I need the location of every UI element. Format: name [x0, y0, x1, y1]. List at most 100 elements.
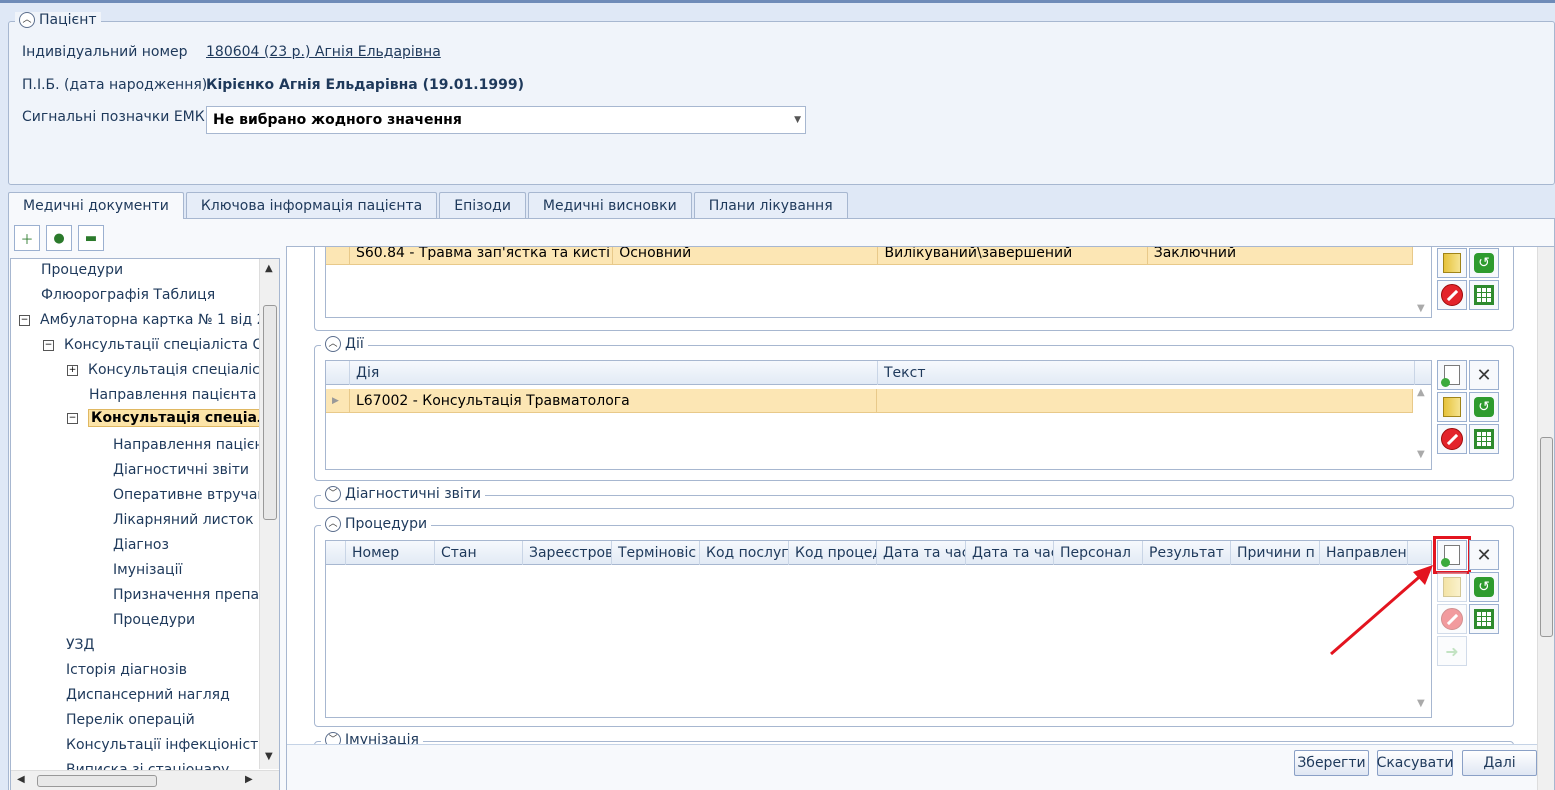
signal-combobox[interactable]: Не вибрано жодного значення ▼	[206, 106, 806, 134]
scroll-thumb[interactable]	[1540, 437, 1553, 637]
add-child-button[interactable]: ●	[46, 225, 72, 251]
procedures-header[interactable]: ︿ Процедури	[321, 516, 432, 532]
save-button[interactable]: Зберегти	[1294, 750, 1369, 776]
next-button[interactable]: Далі	[1462, 750, 1537, 776]
column-header[interactable]: Причини п	[1231, 541, 1320, 565]
table-button[interactable]	[1469, 280, 1499, 310]
tree-item[interactable]: Консультації інфекціоніста	[66, 737, 267, 753]
tree-item[interactable]: Історія діагнозів	[66, 662, 187, 678]
tools-button[interactable]: ✕	[1469, 540, 1499, 570]
add-child-icon: ●	[53, 230, 65, 246]
tree-item[interactable]: Оперативне втручанн	[113, 487, 276, 503]
add-record-icon: ▬	[84, 230, 98, 246]
scroll-down-icon[interactable]: ▼	[1417, 449, 1425, 460]
tree-item-selected[interactable]: − Консультація спеціаліст	[67, 409, 279, 427]
delete-button[interactable]	[1437, 280, 1467, 310]
column-header[interactable]: Дата та час	[966, 541, 1054, 565]
expand-icon[interactable]: ﹀	[325, 486, 341, 502]
tree-item[interactable]: − Амбулаторна картка № 1 від 27	[19, 312, 274, 328]
edit-button[interactable]	[1437, 572, 1467, 602]
tree-item[interactable]: Діагностичні звіти	[113, 462, 249, 478]
table-row[interactable]: S60.84 - Травма зап'ястка та кисті в... …	[326, 247, 1413, 265]
move-button[interactable]: ➜	[1437, 636, 1467, 666]
tree-item[interactable]: Призначення препар	[113, 587, 268, 603]
column-header[interactable]: Номер	[346, 541, 435, 565]
procedures-title: Процедури	[345, 516, 428, 532]
diag-reports-header[interactable]: ﹀ Діагностичні звіти	[321, 486, 486, 502]
column-header[interactable]: Код процед	[789, 541, 877, 565]
delete-button[interactable]	[1437, 604, 1467, 634]
tab-medical-docs[interactable]: Медичні документи	[8, 192, 184, 219]
scroll-up-icon[interactable]: ▲	[1417, 387, 1425, 398]
column-header[interactable]: Дія	[350, 361, 878, 385]
scroll-thumb[interactable]	[37, 775, 157, 787]
collapse-node-icon[interactable]: −	[67, 412, 78, 424]
tree-item[interactable]: Направлення пацієнт	[113, 437, 272, 453]
scroll-thumb[interactable]	[263, 305, 277, 520]
add-record-button[interactable]: ▬	[78, 225, 104, 251]
grid-scrollbar[interactable]: ▼	[1413, 253, 1431, 317]
tree-item[interactable]: Процедури	[41, 262, 123, 278]
tree-vertical-scrollbar[interactable]: ▲ ▼	[259, 259, 279, 769]
tree-item[interactable]: Процедури	[113, 612, 195, 628]
tree-item[interactable]: Перелік операцій	[66, 712, 195, 728]
id-link[interactable]: 180604 (23 р.) Агнія Ельдарівна	[206, 44, 441, 60]
collapse-icon[interactable]: ︿	[325, 516, 341, 532]
tab-key-info[interactable]: Ключова інформація пацієнта	[185, 192, 438, 218]
link-button[interactable]: ↺	[1469, 392, 1499, 422]
tree-item[interactable]: Лікарняний листок	[113, 512, 254, 528]
delete-button[interactable]	[1437, 424, 1467, 454]
patient-group-header[interactable]: ︿ Пацієнт	[15, 12, 101, 28]
column-header[interactable]: Текст	[878, 361, 1415, 385]
tree-item[interactable]: Направлення пацієнта на	[89, 387, 279, 403]
scroll-right-icon[interactable]: ▶	[245, 774, 253, 785]
column-header[interactable]: Зареєстров	[523, 541, 612, 565]
add-document-button[interactable]: ＋	[14, 225, 40, 251]
expand-node-icon[interactable]: +	[67, 364, 78, 376]
edit-button[interactable]	[1437, 248, 1467, 278]
tree-item[interactable]: Диспансерний нагляд	[66, 687, 230, 703]
dropdown-arrow-icon[interactable]: ▼	[794, 115, 801, 125]
collapse-icon[interactable]: ︿	[19, 12, 35, 28]
scroll-down-icon[interactable]: ▼	[265, 751, 273, 762]
scroll-down-icon[interactable]: ▼	[1417, 698, 1425, 709]
tab-conclusions[interactable]: Медичні висновки	[527, 192, 692, 218]
column-header[interactable]: Дата та час	[877, 541, 966, 565]
column-header[interactable]: Направлен	[1320, 541, 1408, 565]
diag-reports-section: ﹀ Діагностичні звіти	[314, 486, 1514, 509]
tab-episodes[interactable]: Епізоди	[439, 192, 526, 218]
tools-button[interactable]: ✕	[1469, 360, 1499, 390]
link-button[interactable]: ↺	[1469, 248, 1499, 278]
tree-item[interactable]: УЗД	[66, 637, 94, 653]
scroll-down-icon[interactable]: ▼	[1417, 303, 1425, 314]
edit-button[interactable]	[1437, 392, 1467, 422]
tree-item[interactable]: Імунізації	[113, 562, 182, 578]
tree-item[interactable]: Діагноз	[113, 537, 169, 553]
grid-scrollbar[interactable]: ▲ ▼	[1413, 385, 1431, 469]
collapse-icon[interactable]: ︿	[325, 336, 341, 352]
add-procedure-button[interactable]	[1433, 536, 1471, 574]
actions-header[interactable]: ︿ Дії	[321, 336, 368, 352]
add-button[interactable]	[1437, 360, 1467, 390]
tree-item[interactable]: − Консультації спеціаліста СМ,	[43, 337, 279, 353]
scroll-up-icon[interactable]: ▲	[265, 263, 273, 274]
collapse-node-icon[interactable]: −	[43, 339, 54, 351]
tab-treatment-plans[interactable]: Плани лікування	[693, 192, 848, 218]
link-button[interactable]: ↺	[1469, 572, 1499, 602]
table-button[interactable]	[1469, 424, 1499, 454]
column-header[interactable]: Код послуг	[700, 541, 789, 565]
table-button[interactable]	[1469, 604, 1499, 634]
table-row[interactable]: ▶ L67002 - Консультація Травматолога	[326, 389, 1413, 413]
cancel-button[interactable]: Скасувати	[1377, 750, 1453, 776]
column-header[interactable]: Терміновіс	[612, 541, 700, 565]
tree-item[interactable]: Флюорографія Таблиця	[41, 287, 215, 303]
collapse-node-icon[interactable]: −	[19, 314, 30, 326]
column-header[interactable]: Стан	[435, 541, 523, 565]
editor-scrollbar[interactable]	[1537, 247, 1554, 790]
tree-item[interactable]: + Консультація спеціаліста	[67, 362, 277, 378]
scroll-left-icon[interactable]: ◀	[17, 774, 25, 785]
grid-scrollbar[interactable]: ▼	[1413, 565, 1431, 717]
column-header[interactable]: Персонал	[1054, 541, 1143, 565]
tree-horizontal-scrollbar[interactable]: ◀ ▶	[11, 770, 279, 790]
column-header[interactable]: Результат	[1143, 541, 1231, 565]
